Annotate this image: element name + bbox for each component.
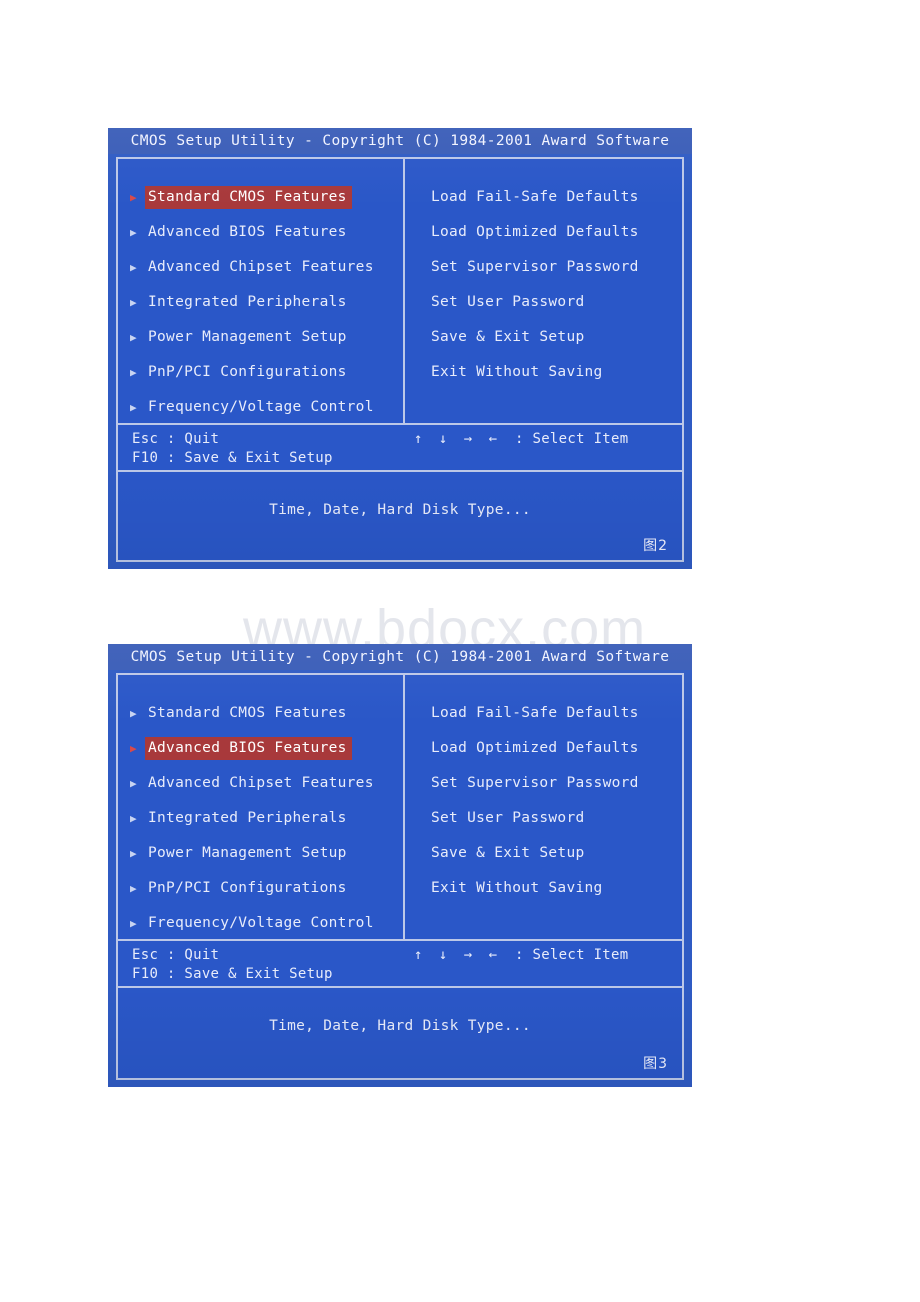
menu-item-pnp-pci-configurations[interactable]: ▶ PnP/PCI Configurations	[130, 871, 403, 906]
menu-item-integrated-peripherals[interactable]: ▶ Integrated Peripherals	[130, 285, 403, 320]
menu-item-integrated-peripherals[interactable]: ▶ Integrated Peripherals	[130, 801, 403, 836]
bios-screenshot-1: CMOS Setup Utility - Copyright (C) 1984-…	[108, 128, 692, 569]
menu-item-label: Set User Password	[431, 294, 585, 310]
bios-description-text: Time, Date, Hard Disk Type...	[269, 502, 531, 518]
bios-title-bar: CMOS Setup Utility - Copyright (C) 1984-…	[108, 644, 692, 670]
menu-item-save-and-exit-setup[interactable]: Save & Exit Setup	[431, 836, 682, 871]
menu-item-advanced-chipset-features[interactable]: ▶ Advanced Chipset Features	[130, 250, 403, 285]
right-triangle-icon: ▶	[130, 401, 137, 414]
menu-item-set-supervisor-password[interactable]: Set Supervisor Password	[431, 766, 682, 801]
menu-item-load-optimized-defaults[interactable]: Load Optimized Defaults	[431, 215, 682, 250]
right-triangle-icon: ▶	[130, 777, 137, 790]
right-triangle-icon: ▶	[130, 366, 137, 379]
menu-item-label: PnP/PCI Configurations	[148, 880, 347, 896]
bios-menu-area: ▶ Standard CMOS Features ▶ Advanced BIOS…	[118, 159, 682, 425]
key-help-select-item-label: : Select Item	[515, 947, 629, 963]
menu-item-label: Frequency/Voltage Control	[148, 915, 374, 931]
right-triangle-icon: ▶	[130, 261, 137, 274]
bios-key-help: Esc : Quit F10 : Save & Exit Setup ↑ ↓ →…	[118, 941, 682, 988]
menu-item-load-fail-safe-defaults[interactable]: Load Fail-Safe Defaults	[431, 180, 682, 215]
menu-item-pnp-pci-configurations[interactable]: ▶ PnP/PCI Configurations	[130, 355, 403, 390]
menu-item-power-management-setup[interactable]: ▶ Power Management Setup	[130, 320, 403, 355]
bios-key-help: Esc : Quit F10 : Save & Exit Setup ↑ ↓ →…	[118, 425, 682, 472]
menu-item-save-and-exit-setup[interactable]: Save & Exit Setup	[431, 320, 682, 355]
right-triangle-icon: ▶	[130, 917, 137, 930]
menu-item-label: Standard CMOS Features	[148, 705, 347, 721]
bios-right-column: Load Fail-Safe Defaults Load Optimized D…	[405, 675, 682, 939]
key-help-select-item-row: ↑ ↓ → ← : Select Item	[414, 946, 629, 965]
menu-item-label: Power Management Setup	[148, 845, 347, 861]
bios-description-area: Time, Date, Hard Disk Type... 图3	[118, 988, 682, 1078]
right-triangle-icon: ▶	[130, 882, 137, 895]
menu-item-label: Load Optimized Defaults	[431, 224, 639, 240]
menu-item-standard-cmos-features[interactable]: ▶ Standard CMOS Features	[130, 180, 403, 215]
bios-menu-area: ▶ Standard CMOS Features ▶ Advanced BIOS…	[118, 675, 682, 941]
menu-item-label: Exit Without Saving	[431, 364, 603, 380]
right-triangle-icon: ▶	[130, 191, 137, 204]
menu-item-advanced-bios-features[interactable]: ▶ Advanced BIOS Features	[130, 731, 403, 766]
key-help-save-exit: F10 : Save & Exit Setup	[132, 966, 333, 982]
bios-frame: ▶ Standard CMOS Features ▶ Advanced BIOS…	[116, 673, 684, 1080]
menu-item-frequency-voltage-control[interactable]: ▶ Frequency/Voltage Control	[130, 390, 403, 425]
bios-frame: ▶ Standard CMOS Features ▶ Advanced BIOS…	[116, 157, 684, 562]
menu-item-power-management-setup[interactable]: ▶ Power Management Setup	[130, 836, 403, 871]
menu-item-label: Frequency/Voltage Control	[148, 399, 374, 415]
menu-item-label: Advanced Chipset Features	[148, 775, 374, 791]
right-triangle-icon: ▶	[130, 331, 137, 344]
right-triangle-icon: ▶	[130, 296, 137, 309]
menu-item-label: Set User Password	[431, 810, 585, 826]
menu-item-label: Advanced Chipset Features	[148, 259, 374, 275]
menu-item-standard-cmos-features[interactable]: ▶ Standard CMOS Features	[130, 696, 403, 731]
right-triangle-icon: ▶	[130, 742, 137, 755]
bios-right-column: Load Fail-Safe Defaults Load Optimized D…	[405, 159, 682, 423]
right-triangle-icon: ▶	[130, 707, 137, 720]
menu-item-advanced-chipset-features[interactable]: ▶ Advanced Chipset Features	[130, 766, 403, 801]
bios-title-bar: CMOS Setup Utility - Copyright (C) 1984-…	[108, 128, 692, 154]
menu-item-frequency-voltage-control[interactable]: ▶ Frequency/Voltage Control	[130, 906, 403, 941]
menu-item-exit-without-saving[interactable]: Exit Without Saving	[431, 871, 682, 906]
key-help-select-item-label: : Select Item	[515, 431, 629, 447]
right-triangle-icon: ▶	[130, 847, 137, 860]
bios-screenshot-2: CMOS Setup Utility - Copyright (C) 1984-…	[108, 644, 692, 1087]
bios-description-area: Time, Date, Hard Disk Type... 图2	[118, 472, 682, 560]
menu-item-label: Power Management Setup	[148, 329, 347, 345]
right-triangle-icon: ▶	[130, 226, 137, 239]
arrow-keys-icon: ↑ ↓ → ←	[414, 431, 502, 447]
figure-caption: 图3	[643, 1056, 668, 1072]
menu-item-set-supervisor-password[interactable]: Set Supervisor Password	[431, 250, 682, 285]
menu-item-label: Standard CMOS Features	[146, 187, 351, 208]
bios-description-text: Time, Date, Hard Disk Type...	[269, 1018, 531, 1034]
menu-item-set-user-password[interactable]: Set User Password	[431, 801, 682, 836]
menu-item-label: Integrated Peripherals	[148, 810, 347, 826]
key-help-save-exit: F10 : Save & Exit Setup	[132, 450, 333, 466]
menu-item-label: Save & Exit Setup	[431, 845, 585, 861]
bios-left-column: ▶ Standard CMOS Features ▶ Advanced BIOS…	[118, 159, 405, 423]
menu-item-label: Advanced BIOS Features	[148, 224, 347, 240]
menu-item-label: Integrated Peripherals	[148, 294, 347, 310]
figure-caption: 图2	[643, 538, 668, 554]
menu-item-label: Load Fail-Safe Defaults	[431, 189, 639, 205]
arrow-keys-icon: ↑ ↓ → ←	[414, 947, 502, 963]
menu-item-advanced-bios-features[interactable]: ▶ Advanced BIOS Features	[130, 215, 403, 250]
menu-item-label: Save & Exit Setup	[431, 329, 585, 345]
menu-item-set-user-password[interactable]: Set User Password	[431, 285, 682, 320]
key-help-select-item-row: ↑ ↓ → ← : Select Item	[414, 430, 629, 449]
menu-item-label: Exit Without Saving	[431, 880, 603, 896]
menu-item-label: Set Supervisor Password	[431, 259, 639, 275]
menu-item-label: Load Fail-Safe Defaults	[431, 705, 639, 721]
menu-item-load-optimized-defaults[interactable]: Load Optimized Defaults	[431, 731, 682, 766]
menu-item-exit-without-saving[interactable]: Exit Without Saving	[431, 355, 682, 390]
menu-item-label: PnP/PCI Configurations	[148, 364, 347, 380]
menu-item-label: Set Supervisor Password	[431, 775, 639, 791]
menu-item-label: Load Optimized Defaults	[431, 740, 639, 756]
right-triangle-icon: ▶	[130, 812, 137, 825]
menu-item-load-fail-safe-defaults[interactable]: Load Fail-Safe Defaults	[431, 696, 682, 731]
bios-left-column: ▶ Standard CMOS Features ▶ Advanced BIOS…	[118, 675, 405, 939]
menu-item-label: Advanced BIOS Features	[146, 738, 351, 759]
